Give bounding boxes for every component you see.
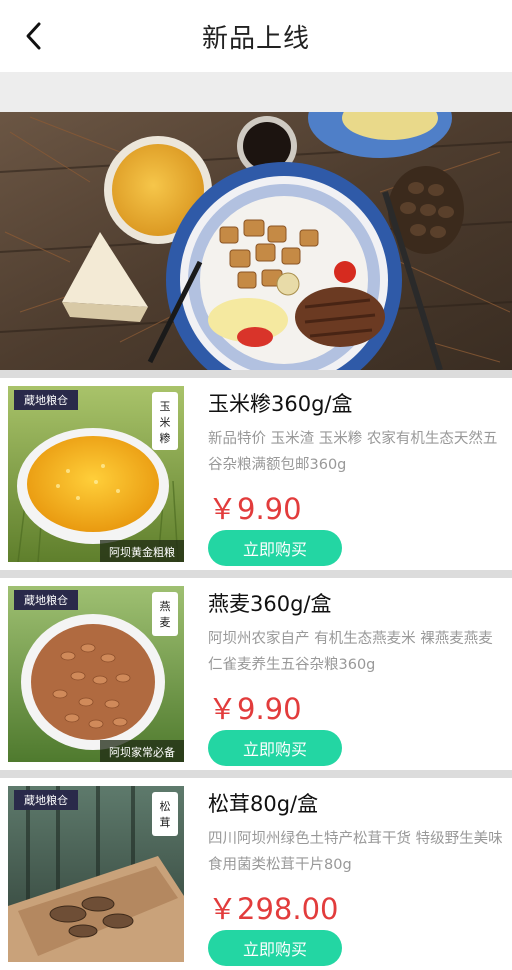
header-spacer bbox=[0, 72, 512, 112]
list-item[interactable]: 蔵地粮仓 玉 米 糁 阿坝黄金粗粮 玉米糁360g/盒 新品特价 玉米渣 玉米糁… bbox=[0, 370, 512, 570]
product-info: 燕麦360g/盒 阿坝州农家自产 有机生态燕麦米 裸燕麦燕麦仁雀麦养生五谷杂粮3… bbox=[208, 590, 504, 766]
product-price: ￥298.00 bbox=[208, 892, 339, 926]
back-button[interactable] bbox=[14, 16, 54, 56]
product-description: 新品特价 玉米渣 玉米糁 农家有机生态天然五谷杂粮满额包邮360g bbox=[208, 431, 498, 473]
side-tag-text: 松 bbox=[160, 799, 171, 813]
brand-label: 蔵地粮仓 bbox=[24, 593, 68, 607]
page-title: 新品上线 bbox=[201, 23, 310, 54]
navigation-bar: 新品上线 bbox=[0, 0, 512, 72]
product-description: 四川阿坝州绿色土特产松茸干货 特级野生美味食用菌类松茸干片80g bbox=[208, 831, 503, 873]
list-item[interactable]: 蔵地粮仓 燕 麦 阿坝家常必备 燕麦360g/盒 阿坝州农家自产 有机生态燕麦米… bbox=[0, 570, 512, 770]
brand-label: 蔵地粮仓 bbox=[24, 393, 68, 407]
product-name[interactable]: 玉米糁360g/盒 bbox=[208, 390, 504, 418]
brand-label: 蔵地粮仓 bbox=[24, 793, 68, 807]
side-tag-text: 燕 bbox=[160, 600, 171, 613]
product-image-matsutake[interactable]: 蔵地粮仓 松 茸 bbox=[8, 786, 184, 962]
image-caption: 阿坝家常必备 bbox=[109, 745, 175, 759]
product-price: ￥9.90 bbox=[208, 492, 302, 526]
product-price: ￥9.90 bbox=[208, 692, 302, 726]
side-tag-text: 麦 bbox=[160, 616, 171, 629]
buy-now-button[interactable]: 立即购买 bbox=[208, 530, 342, 566]
side-tag-text: 糁 bbox=[160, 431, 171, 445]
product-name[interactable]: 松茸80g/盒 bbox=[208, 790, 504, 818]
buy-now-button[interactable]: 立即购买 bbox=[208, 730, 342, 766]
product-image-oats[interactable]: 蔵地粮仓 燕 麦 阿坝家常必备 bbox=[8, 586, 184, 762]
buy-now-button[interactable]: 立即购买 bbox=[208, 930, 342, 966]
product-info: 松茸80g/盒 四川阿坝州绿色土特产松茸干货 特级野生美味食用菌类松茸干片80g… bbox=[208, 790, 504, 966]
chevron-left-icon bbox=[26, 22, 41, 50]
product-info: 玉米糁360g/盒 新品特价 玉米渣 玉米糁 农家有机生态天然五谷杂粮满额包邮3… bbox=[208, 390, 504, 566]
banner-image[interactable] bbox=[0, 112, 512, 370]
product-list: 蔵地粮仓 玉 米 糁 阿坝黄金粗粮 玉米糁360g/盒 新品特价 玉米渣 玉米糁… bbox=[0, 370, 512, 970]
side-tag-text: 玉 bbox=[160, 400, 171, 413]
list-item[interactable]: 蔵地粮仓 松 茸 松茸80g/盒 四川阿坝州绿色土特产松茸干货 特级野生美味食用… bbox=[0, 770, 512, 970]
side-tag-text: 茸 bbox=[160, 816, 171, 829]
image-caption: 阿坝黄金粗粮 bbox=[109, 545, 175, 559]
product-description: 阿坝州农家自产 有机生态燕麦米 裸燕麦燕麦仁雀麦养生五谷杂粮360g bbox=[208, 631, 493, 673]
side-tag-text: 米 bbox=[160, 416, 171, 429]
product-image-corn-grits[interactable]: 蔵地粮仓 玉 米 糁 阿坝黄金粗粮 bbox=[8, 386, 184, 562]
product-name[interactable]: 燕麦360g/盒 bbox=[208, 590, 504, 618]
